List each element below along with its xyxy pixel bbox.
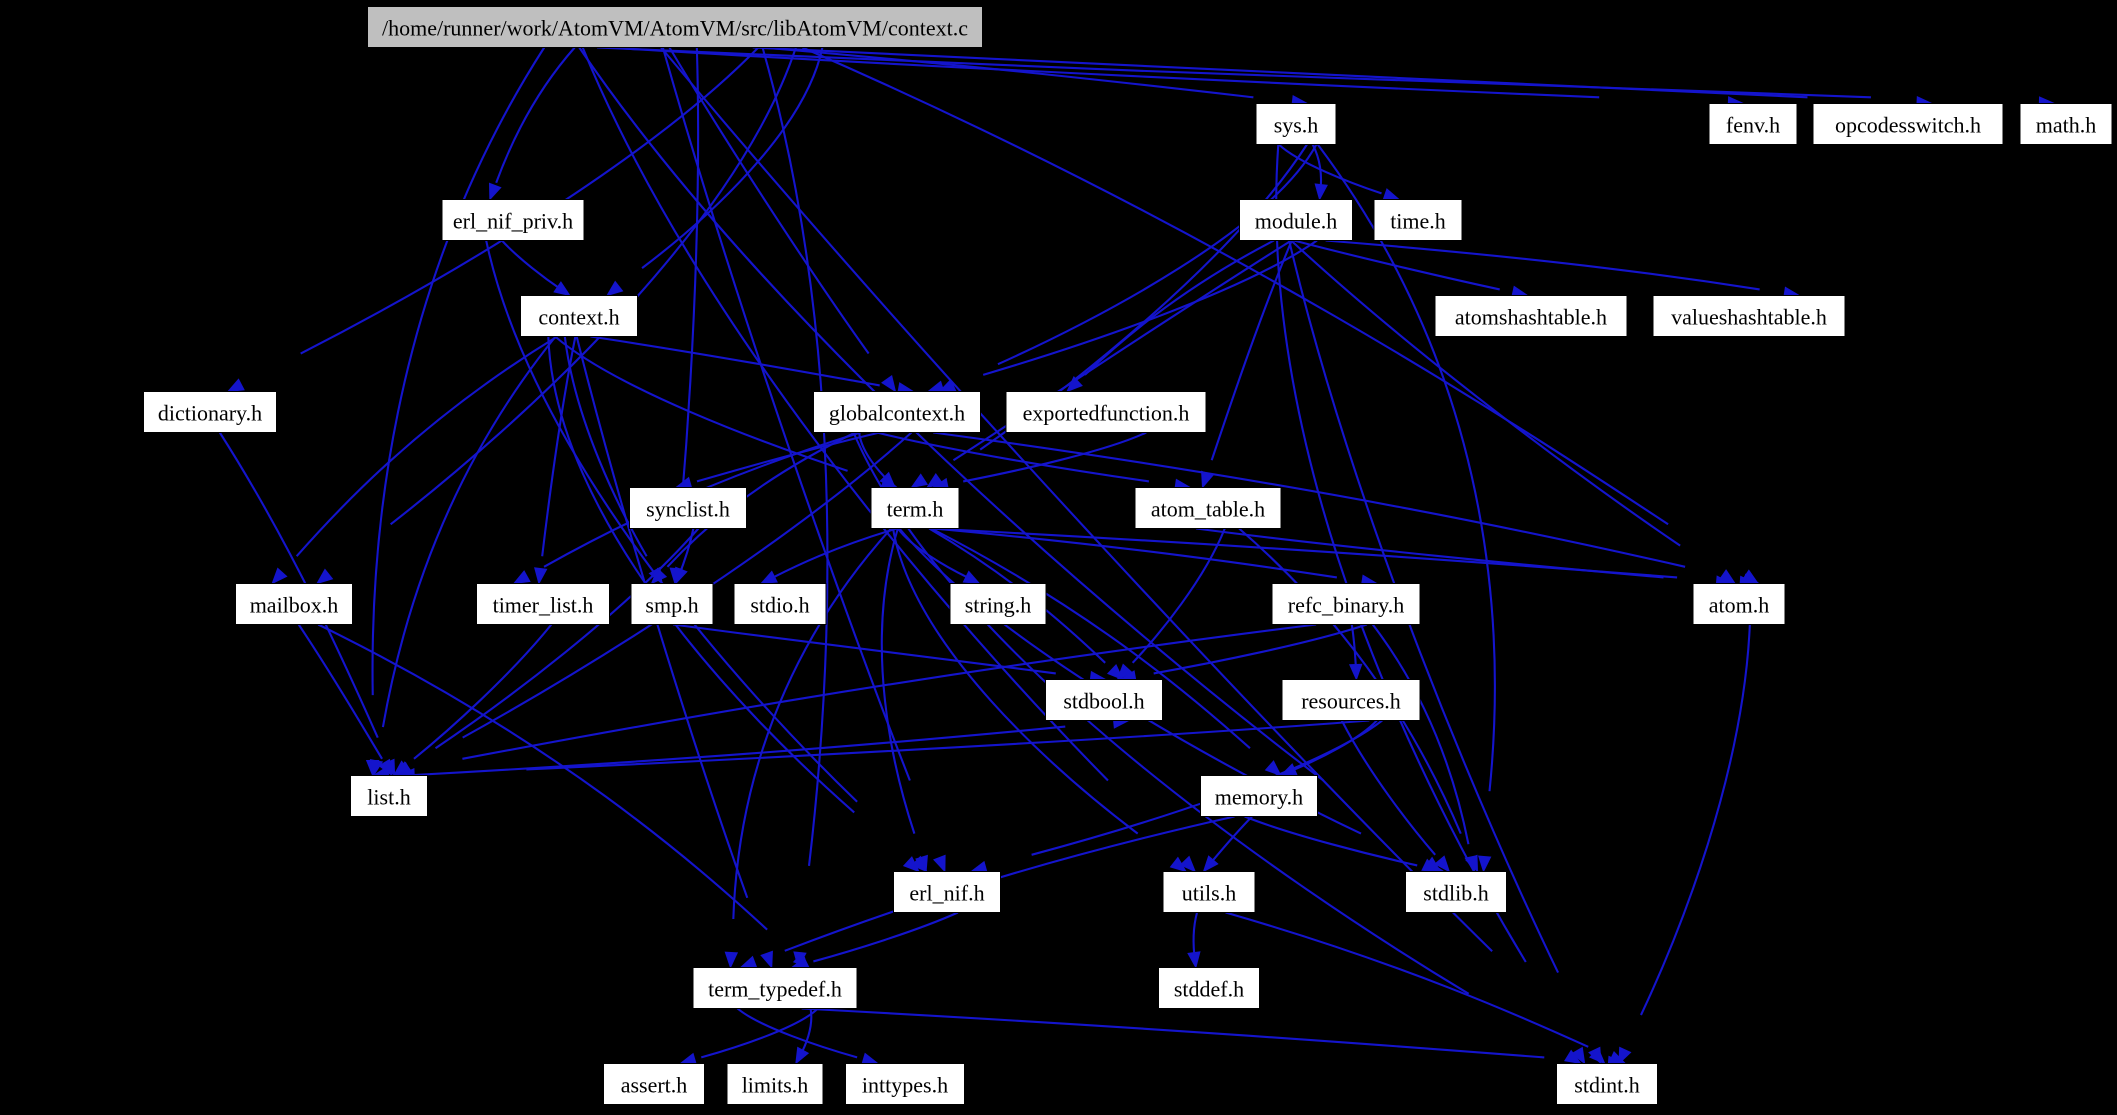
node-label-string: string.h bbox=[965, 593, 1032, 618]
graph-node-context[interactable]: context.h bbox=[520, 295, 638, 337]
node-label-utils: utils.h bbox=[1182, 881, 1236, 906]
graph-node-stddef[interactable]: stddef.h bbox=[1158, 967, 1260, 1009]
graph-node-refc_binary[interactable]: refc_binary.h bbox=[1271, 583, 1421, 625]
graph-node-atom[interactable]: atom.h bbox=[1692, 583, 1786, 625]
graph-node-synclist[interactable]: synclist.h bbox=[629, 487, 747, 529]
node-label-stdint: stdint.h bbox=[1574, 1073, 1639, 1098]
node-label-erl_nif_priv: erl_nif_priv.h bbox=[453, 209, 573, 234]
graph-node-memory[interactable]: memory.h bbox=[1200, 775, 1318, 817]
graph-node-atom_table[interactable]: atom_table.h bbox=[1134, 487, 1282, 529]
node-label-stdio: stdio.h bbox=[750, 593, 809, 618]
node-label-stdlib: stdlib.h bbox=[1423, 881, 1488, 906]
graph-node-stdio[interactable]: stdio.h bbox=[733, 583, 827, 625]
node-label-dictionary: dictionary.h bbox=[158, 401, 262, 426]
graph-node-dictionary[interactable]: dictionary.h bbox=[143, 391, 277, 433]
node-label-context: context.h bbox=[538, 305, 619, 330]
node-label-inttypes: inttypes.h bbox=[862, 1073, 948, 1098]
graph-node-time[interactable]: time.h bbox=[1373, 199, 1463, 241]
graph-node-erl_nif[interactable]: erl_nif.h bbox=[893, 871, 1001, 913]
node-label-timer_list: timer_list.h bbox=[493, 593, 594, 618]
graph-node-term_typedef[interactable]: term_typedef.h bbox=[692, 967, 858, 1009]
node-label-time: time.h bbox=[1390, 209, 1446, 234]
graph-node-stdint[interactable]: stdint.h bbox=[1556, 1063, 1658, 1105]
node-label-term: term.h bbox=[887, 497, 944, 522]
graph-node-stdbool[interactable]: stdbool.h bbox=[1045, 679, 1163, 721]
graph-node-resources[interactable]: resources.h bbox=[1281, 679, 1421, 721]
graph-node-fenv[interactable]: fenv.h bbox=[1708, 103, 1798, 145]
node-label-memory: memory.h bbox=[1215, 785, 1303, 810]
node-label-sys: sys.h bbox=[1274, 113, 1319, 138]
graph-canvas: /home/runner/work/AtomVM/AtomVM/src/libA… bbox=[0, 0, 2117, 1115]
node-label-opcodesswitch: opcodesswitch.h bbox=[1835, 113, 1981, 138]
node-label-smp: smp.h bbox=[645, 593, 698, 618]
graph-node-stdlib[interactable]: stdlib.h bbox=[1405, 871, 1507, 913]
graph-node-math[interactable]: math.h bbox=[2019, 103, 2113, 145]
node-label-module: module.h bbox=[1255, 209, 1338, 234]
node-label-fenv: fenv.h bbox=[1726, 113, 1780, 138]
graph-node-erl_nif_priv[interactable]: erl_nif_priv.h bbox=[441, 199, 585, 241]
node-label-list: list.h bbox=[367, 785, 410, 810]
node-label-synclist: synclist.h bbox=[646, 497, 730, 522]
graph-node-root[interactable]: /home/runner/work/AtomVM/AtomVM/src/libA… bbox=[367, 6, 983, 48]
graph-node-inttypes[interactable]: inttypes.h bbox=[845, 1063, 965, 1105]
node-label-math: math.h bbox=[2036, 113, 2097, 138]
node-label-root: /home/runner/work/AtomVM/AtomVM/src/libA… bbox=[382, 16, 968, 41]
node-label-mailbox: mailbox.h bbox=[250, 593, 339, 618]
node-label-exportedfunction: exportedfunction.h bbox=[1023, 401, 1190, 426]
graph-node-timer_list[interactable]: timer_list.h bbox=[476, 583, 610, 625]
graph-node-sys[interactable]: sys.h bbox=[1255, 103, 1337, 145]
graph-node-atomshashtable[interactable]: atomshashtable.h bbox=[1434, 295, 1628, 337]
node-label-resources: resources.h bbox=[1301, 689, 1401, 714]
node-label-atomshashtable: atomshashtable.h bbox=[1455, 305, 1607, 330]
node-label-limits: limits.h bbox=[742, 1073, 809, 1098]
graph-node-globalcontext[interactable]: globalcontext.h bbox=[813, 391, 981, 433]
node-label-stdbool: stdbool.h bbox=[1063, 689, 1144, 714]
node-label-erl_nif: erl_nif.h bbox=[909, 881, 984, 906]
graph-node-module[interactable]: module.h bbox=[1239, 199, 1353, 241]
graph-node-assert[interactable]: assert.h bbox=[603, 1063, 705, 1105]
node-label-term_typedef: term_typedef.h bbox=[708, 977, 842, 1002]
graph-node-mailbox[interactable]: mailbox.h bbox=[235, 583, 353, 625]
graph-node-utils[interactable]: utils.h bbox=[1162, 871, 1256, 913]
node-label-globalcontext: globalcontext.h bbox=[829, 401, 965, 426]
graph-node-valueshashtable[interactable]: valueshashtable.h bbox=[1652, 295, 1846, 337]
graph-node-smp[interactable]: smp.h bbox=[630, 583, 714, 625]
node-label-stddef: stddef.h bbox=[1174, 977, 1244, 1002]
graph-node-opcodesswitch[interactable]: opcodesswitch.h bbox=[1812, 103, 2004, 145]
node-label-atom: atom.h bbox=[1709, 593, 1770, 618]
node-label-assert: assert.h bbox=[621, 1073, 688, 1098]
node-label-refc_binary: refc_binary.h bbox=[1288, 593, 1404, 618]
include-dependency-graph: /home/runner/work/AtomVM/AtomVM/src/libA… bbox=[0, 0, 2117, 1115]
graph-node-list[interactable]: list.h bbox=[350, 775, 428, 817]
graph-node-string[interactable]: string.h bbox=[949, 583, 1047, 625]
graph-node-exportedfunction[interactable]: exportedfunction.h bbox=[1005, 391, 1207, 433]
node-label-atom_table: atom_table.h bbox=[1151, 497, 1265, 522]
graph-node-term[interactable]: term.h bbox=[870, 487, 960, 529]
graph-node-limits[interactable]: limits.h bbox=[726, 1063, 824, 1105]
node-label-valueshashtable: valueshashtable.h bbox=[1671, 305, 1827, 330]
